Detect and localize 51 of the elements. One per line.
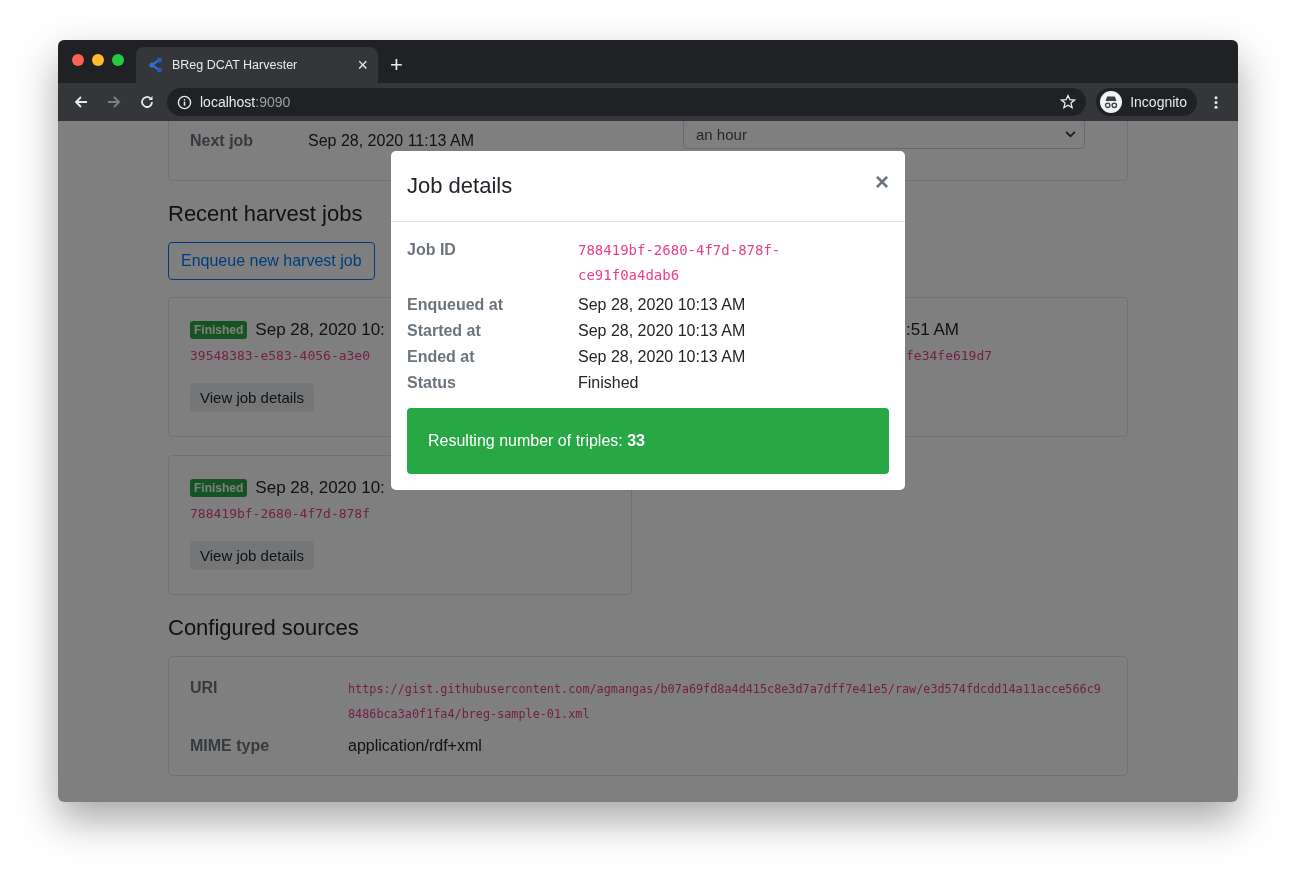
interval-select[interactable]: an hour — [683, 121, 1085, 149]
job-time: :51 AM — [906, 320, 959, 340]
url-text: localhost:9090 — [200, 94, 292, 110]
view-details-button[interactable]: View job details — [190, 541, 314, 570]
info-icon — [177, 94, 192, 110]
job-time: Sep 28, 2020 10: — [255, 478, 385, 498]
tab-close-button[interactable]: × — [357, 57, 368, 73]
address-bar[interactable]: localhost:9090 — [167, 88, 1087, 116]
field-label: URI — [190, 679, 219, 697]
maximize-window-icon[interactable] — [112, 53, 124, 66]
field-value: Sep 28, 2020 10:13 AM — [578, 296, 747, 314]
field-label: Started at — [407, 322, 482, 340]
section-heading: Configured sources — [168, 615, 360, 641]
field-label: Job ID — [407, 241, 457, 259]
field-label: Status — [407, 374, 457, 392]
field-value: Finished — [578, 374, 640, 392]
reload-icon[interactable] — [139, 94, 155, 110]
menu-icon[interactable] — [1214, 94, 1218, 110]
job-id: 39548383-e583-4056-a3e0 — [190, 348, 370, 363]
job-time: Sep 28, 2020 10: — [255, 320, 385, 340]
field-label: MIME type — [190, 737, 271, 755]
close-button[interactable]: × — [875, 168, 889, 196]
view-details-button[interactable]: View job details — [190, 383, 314, 412]
field-value: 788419bf-2680-4f7d-878f-ce91f0a4dab6 — [578, 241, 782, 285]
section-heading: Recent harvest jobs — [168, 201, 364, 227]
job-id: fe34fe619d7 — [906, 348, 993, 363]
field-label: Ended at — [407, 348, 476, 366]
minimize-window-icon[interactable] — [92, 53, 104, 66]
field-value: Sep 28, 2020 10:13 AM — [578, 322, 747, 340]
chevron-down-icon — [1065, 130, 1076, 138]
incognito-icon — [1100, 91, 1123, 113]
field-value: https://gist.githubusercontent.com/agmangas/b07a69fd8a4d415c8e3d7a7dff7e41e5/raw/e3d574fdcdd14a11acce566c98486bca3a0f1fa4/breg-sample-01.xml — [348, 681, 1102, 723]
bookmark-star-icon[interactable] — [1060, 94, 1077, 110]
tab-title: BReg DCAT Harvester — [172, 58, 299, 72]
field-value: Sep 28, 2020 10:13 AM — [578, 348, 747, 366]
status-badge: Finished — [190, 479, 248, 497]
result-alert: Resulting number of triples: 33 — [407, 408, 889, 474]
back-icon[interactable] — [73, 94, 89, 110]
browser-tab[interactable]: BReg DCAT Harvester × — [136, 47, 378, 83]
new-tab-button[interactable]: + — [390, 47, 403, 83]
incognito-profile-button[interactable]: Incognito — [1096, 88, 1197, 116]
status-badge: Finished — [190, 321, 248, 339]
dialog-title: Job details — [407, 173, 513, 199]
share-nodes-icon — [148, 57, 164, 73]
field-label: Enqueued at — [407, 296, 504, 314]
field-value: Sep 28, 2020 11:13 AM — [308, 132, 476, 150]
field-value: application/rdf+xml — [348, 737, 483, 755]
close-window-icon[interactable] — [72, 53, 84, 66]
field-label: Next job — [190, 132, 255, 150]
forward-icon[interactable] — [106, 94, 122, 110]
job-id: 788419bf-2680-4f7d-878f — [190, 506, 370, 521]
